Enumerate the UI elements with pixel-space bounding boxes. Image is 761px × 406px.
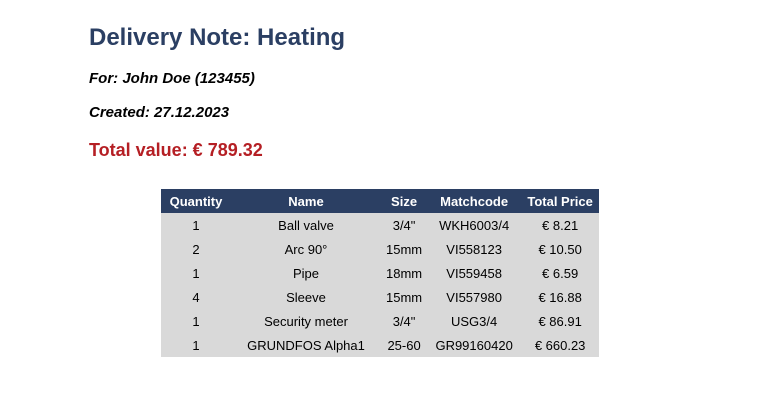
cell-matchcode: USG3/4 [427,309,522,333]
cell-quantity: 2 [161,237,231,261]
cell-matchcode: VI558123 [427,237,522,261]
cell-quantity: 1 [161,333,231,357]
cell-name: Pipe [231,261,381,285]
cell-name: Ball valve [231,213,381,237]
cell-quantity: 1 [161,261,231,285]
table-header-row: Quantity Name Size Matchcode Total Price [161,189,600,213]
cell-matchcode: VI559458 [427,261,522,285]
cell-name: GRUNDFOS Alpha1 [231,333,381,357]
header-name: Name [231,189,381,213]
cell-name: Arc 90° [231,237,381,261]
cell-matchcode: GR99160420 [427,333,522,357]
table-row: 1 Ball valve 3/4" WKH6003/4 € 8.21 [161,213,600,237]
cell-quantity: 4 [161,285,231,309]
table-row: 1 GRUNDFOS Alpha1 25-60 GR99160420 € 660… [161,333,600,357]
cell-total-price: € 16.88 [521,285,600,309]
cell-matchcode: VI557980 [427,285,522,309]
header-size: Size [381,189,428,213]
cell-name: Security meter [231,309,381,333]
cell-size: 3/4" [381,213,428,237]
created-date-line: Created: 27.12.2023 [89,104,230,121]
cell-size: 3/4" [381,309,428,333]
cell-size: 15mm [381,285,428,309]
cell-total-price: € 10.50 [521,237,600,261]
cell-size: 25-60 [381,333,428,357]
document-title: Delivery Note: Heating [89,24,346,51]
header-matchcode: Matchcode [427,189,522,213]
cell-total-price: € 86.91 [521,309,600,333]
cell-size: 18mm [381,261,428,285]
customer-line: For: John Doe (123455) [89,70,255,87]
total-value: Total value: € 789.32 [89,140,263,160]
cell-quantity: 1 [161,309,231,333]
table-row: 4 Sleeve 15mm VI557980 € 16.88 [161,285,600,309]
cell-matchcode: WKH6003/4 [427,213,522,237]
header-total-price: Total Price [521,189,600,213]
cell-quantity: 1 [161,213,231,237]
table-row: 1 Pipe 18mm VI559458 € 6.59 [161,261,600,285]
table-row: 1 Security meter 3/4" USG3/4 € 86.91 [161,309,600,333]
cell-size: 15mm [381,237,428,261]
cell-total-price: € 8.21 [521,213,600,237]
cell-total-price: € 6.59 [521,261,600,285]
cell-name: Sleeve [231,285,381,309]
table-row: 2 Arc 90° 15mm VI558123 € 10.50 [161,237,600,261]
header-quantity: Quantity [161,189,231,213]
delivery-items-table: Quantity Name Size Matchcode Total Price… [161,189,600,357]
cell-total-price: € 660.23 [521,333,600,357]
